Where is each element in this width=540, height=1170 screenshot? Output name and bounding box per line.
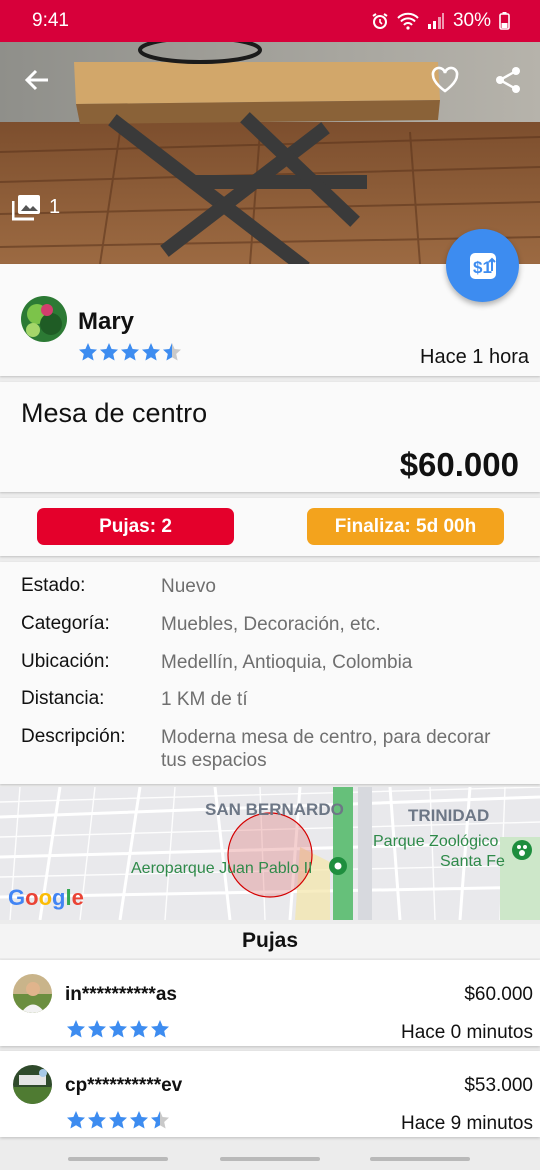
status-bar: 9:41 30%	[0, 0, 540, 42]
google-logo: Google	[8, 885, 84, 910]
detail-value: Nuevo	[161, 576, 216, 597]
bidder-rating	[66, 1019, 170, 1039]
star-icon	[67, 1020, 85, 1038]
bid-row[interactable]: in**********as $60.000 Hace 0 minutos	[0, 960, 540, 1046]
nav-handle[interactable]	[68, 1157, 168, 1161]
posted-time: Hace 1 hora	[420, 346, 529, 368]
share-button[interactable]	[492, 64, 524, 96]
photo-counter[interactable]: 1	[12, 194, 60, 221]
detail-row-estado: Estado: Nuevo	[21, 575, 520, 598]
bid-time: Hace 9 minutos	[400, 1113, 533, 1134]
bids-section-title: Pujas	[0, 924, 540, 958]
item-price: $60.000	[399, 446, 519, 483]
alarm-icon	[372, 13, 388, 29]
star-icon	[163, 343, 181, 361]
star-icon	[151, 1111, 169, 1129]
seller-name[interactable]: Mary	[78, 308, 134, 336]
place-bid-button[interactable]: $1	[446, 229, 519, 302]
battery-percent: 30%	[452, 10, 491, 31]
bidder-avatar	[13, 1065, 52, 1104]
location-map[interactable]: SAN BERNARDO TRINIDAD Parque Zoológico S…	[0, 787, 540, 920]
seller-rating	[78, 342, 182, 362]
product-photo[interactable]: 1	[0, 42, 540, 264]
bidder-username: in**********as	[65, 984, 177, 1005]
seller-avatar[interactable]	[21, 296, 67, 342]
bids-count-badge[interactable]: Pujas: 2	[37, 508, 234, 545]
detail-value: 1 KM de tí	[161, 689, 248, 710]
detail-row-distancia: Distancia: 1 KM de tí	[21, 688, 520, 711]
star-icon	[100, 343, 118, 361]
detail-label: Distancia:	[21, 688, 105, 709]
star-icon	[88, 1020, 106, 1038]
status-icons: 30%	[371, 10, 510, 32]
share-icon	[496, 67, 520, 93]
detail-row-ubicacion: Ubicación: Medellín, Antioquia, Colombia	[21, 651, 520, 674]
bid-time: Hace 0 minutos	[400, 1022, 533, 1043]
map-label-trinidad: TRINIDAD	[408, 806, 490, 825]
battery-icon	[499, 12, 510, 30]
detail-label: Estado:	[21, 575, 86, 596]
bid-row[interactable]: cp**********ev $53.000 Hace 9 minutos	[0, 1051, 540, 1137]
bid-amount: $53.000	[464, 1075, 533, 1096]
bid-money-icon: $1	[469, 252, 496, 279]
bid-amount: $60.000	[464, 984, 533, 1005]
star-icon	[130, 1020, 148, 1038]
bottom-nav-bar	[0, 1142, 540, 1170]
star-icon	[121, 343, 139, 361]
favorite-button[interactable]	[429, 64, 461, 96]
map-label-san-bernardo: SAN BERNARDO	[205, 800, 344, 819]
star-icon	[79, 343, 97, 361]
bidder-avatar	[13, 974, 52, 1013]
details-card: Estado: Nuevo Categoría: Muebles, Decora…	[0, 562, 540, 784]
star-icon	[109, 1111, 127, 1129]
back-button[interactable]	[21, 64, 53, 96]
wifi-icon	[397, 12, 419, 30]
star-icon	[151, 1020, 169, 1038]
ends-in-badge: Finaliza: 5d 00h	[307, 508, 504, 545]
photo-count-label: 1	[49, 196, 61, 218]
badges-card: Pujas: 2 Finaliza: 5d 00h	[0, 498, 540, 556]
detail-row-descripcion: Descripción: Moderna mesa de centro, par…	[21, 726, 520, 772]
map-label-aeroparque: Aeroparque Juan Pablo II	[131, 860, 313, 877]
star-icon	[67, 1111, 85, 1129]
heart-outline-icon	[431, 66, 459, 93]
map-label-zoo: Parque Zoológico	[373, 833, 499, 850]
detail-row-categoria: Categoría: Muebles, Decoración, etc.	[21, 613, 520, 636]
detail-label: Descripción:	[21, 726, 126, 747]
star-icon	[142, 343, 160, 361]
detail-label: Categoría:	[21, 613, 110, 634]
detail-value: Medellín, Antioquia, Colombia	[161, 652, 413, 673]
signal-icon	[427, 13, 444, 29]
star-icon	[109, 1020, 127, 1038]
detail-label: Ubicación:	[21, 651, 110, 672]
status-time: 9:41	[32, 10, 69, 31]
back-arrow-icon	[24, 69, 48, 91]
title-card: Mesa de centro $60.000	[0, 382, 540, 492]
bidder-rating	[66, 1110, 170, 1130]
map-label-santa-fe: Santa Fe	[440, 853, 505, 870]
nav-handle[interactable]	[220, 1157, 320, 1161]
star-icon	[130, 1111, 148, 1129]
star-icon	[88, 1111, 106, 1129]
detail-value: Muebles, Decoración, etc.	[161, 614, 381, 635]
bidder-username: cp**********ev	[65, 1075, 183, 1096]
item-title: Mesa de centro	[21, 398, 208, 428]
detail-value: Moderna mesa de centro, para decorar tus…	[161, 727, 491, 771]
image-gallery-icon	[12, 195, 40, 221]
nav-handle[interactable]	[370, 1157, 470, 1161]
